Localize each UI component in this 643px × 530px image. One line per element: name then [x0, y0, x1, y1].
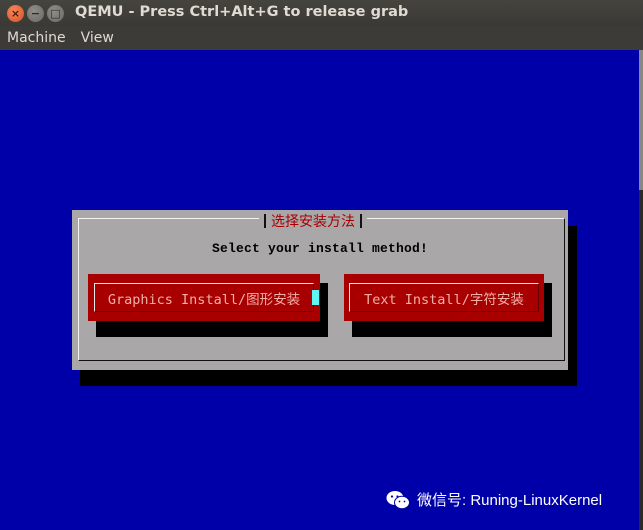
dialog-title-box: 选择安装方法 — [259, 213, 367, 230]
graphics-install-label: Graphics Install/图形安装 — [94, 283, 314, 312]
window-controls: × − □ — [7, 5, 64, 22]
window-edge-highlight — [639, 50, 643, 190]
title-left-tick — [264, 214, 266, 228]
close-window-button[interactable]: × — [7, 5, 24, 22]
menu-machine[interactable]: Machine — [7, 30, 66, 46]
watermark: 微信号: Runing-LinuxKernel — [386, 489, 602, 510]
graphics-install-button[interactable]: Graphics Install/图形安装 — [88, 274, 320, 321]
text-install-label: Text Install/字符安装 — [349, 283, 539, 312]
watermark-text: 微信号: Runing-LinuxKernel — [417, 492, 603, 509]
text-install-button[interactable]: Text Install/字符安装 — [344, 274, 544, 321]
menu-bar: Machine View — [0, 26, 643, 50]
text-cursor — [312, 290, 319, 305]
menu-view[interactable]: View — [81, 30, 114, 46]
install-prompt: Select your install method! — [211, 241, 429, 256]
wechat-icon — [386, 490, 410, 509]
maximize-window-button[interactable]: □ — [47, 5, 64, 22]
minimize-window-button[interactable]: − — [27, 5, 44, 22]
dialog-title: 选择安装方法 — [271, 214, 355, 230]
window-title: QEMU - Press Ctrl+Alt+G to release grab — [75, 4, 409, 20]
title-right-tick — [360, 214, 362, 228]
window-titlebar[interactable]: × − □ QEMU - Press Ctrl+Alt+G to release… — [0, 0, 643, 26]
